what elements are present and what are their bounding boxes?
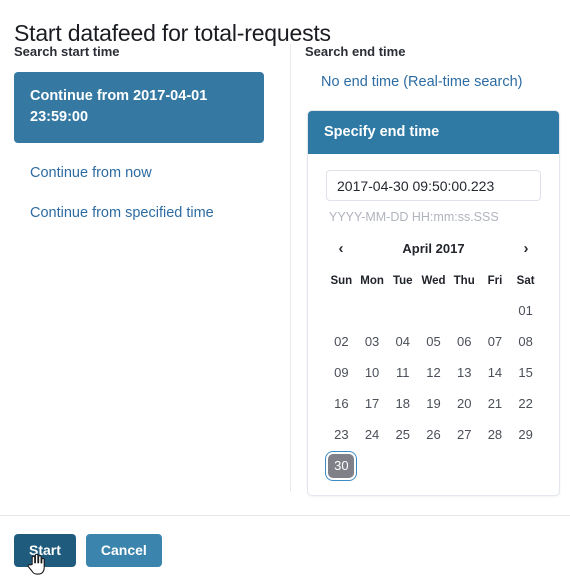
calendar-day-label: 06 [456,334,472,349]
date-picker-calendar: ‹ April 2017 › Sun Mon Tue Wed Thu Fri Sat 01 02… [326,237,541,481]
calendar-day-21[interactable]: 21 [480,388,511,419]
search-start-time-heading: Search start time [14,44,120,59]
calendar-grid: Sun Mon Tue Wed Thu Fri Sat 01 02 03 04 05 06 07 08 09 1… [326,273,541,481]
calendar-nav: ‹ April 2017 › [326,237,541,261]
start-option-continue-from-specified-time[interactable]: Continue from specified time [14,203,276,223]
calendar-day-09[interactable]: 09 [326,357,357,388]
calendar-day-label: 22 [518,396,533,411]
calendar-day-label: 07 [487,334,503,349]
calendar-day-empty [418,295,449,326]
calendar-day-04[interactable]: 04 [387,326,418,357]
calendar-day-label: 24 [364,427,380,442]
calendar-day-06[interactable]: 06 [449,326,480,357]
calendar-day-empty [357,295,388,326]
calendar-day-22[interactable]: 22 [510,388,541,419]
calendar-day-12[interactable]: 12 [418,357,449,388]
calendar-day-label: 01 [518,303,533,318]
calendar-day-label: 23 [334,427,349,442]
calendar-day-label: 15 [518,365,533,380]
calendar-day-19[interactable]: 19 [418,388,449,419]
start-option-continue-from-last[interactable]: Continue from 2017-04-01 23:59:00 [14,72,264,143]
calendar-day-label: 11 [396,365,410,380]
calendar-day-label: 09 [334,365,349,380]
calendar-day-label: 16 [334,396,349,411]
calendar-day-02[interactable]: 02 [326,326,357,357]
footer-divider [0,515,570,516]
calendar-day-empty [480,295,511,326]
specify-end-time-header[interactable]: Specify end time [308,111,559,154]
calendar-day-24[interactable]: 24 [357,419,388,450]
calendar-day-03[interactable]: 03 [357,326,388,357]
calendar-weekday-sat: Sat [516,275,535,287]
calendar-day-11[interactable]: 11 [387,357,418,388]
calendar-day-label: 13 [456,365,472,380]
calendar-day-23[interactable]: 23 [326,419,357,450]
calendar-day-label: 19 [426,396,441,411]
calendar-day-15[interactable]: 15 [510,357,541,388]
calendar-day-26[interactable]: 26 [418,419,449,450]
calendar-month-label: April 2017 [402,241,465,256]
calendar-day-01[interactable]: 01 [510,295,541,326]
column-divider [290,44,291,492]
calendar-day-10[interactable]: 10 [357,357,388,388]
calendar-day-16[interactable]: 16 [326,388,357,419]
start-datafeed-dialog: Start datafeed for total-requests Search… [0,0,570,576]
search-end-time-section: Search end time No end time (Real-time s… [305,44,561,496]
calendar-day-empty [387,295,418,326]
calendar-day-28[interactable]: 28 [480,419,511,450]
calendar-day-18[interactable]: 18 [387,388,418,419]
calendar-day-label: 21 [487,396,503,411]
calendar-weekday-thu: Thu [453,275,475,287]
calendar-day-08[interactable]: 08 [510,326,541,357]
calendar-day-20[interactable]: 20 [449,388,480,419]
calendar-weekday-mon: Mon [360,275,384,287]
calendar-weekday-wed: Wed [421,275,446,287]
calendar-day-empty [449,295,480,326]
specify-end-time-panel: Specify end time YYYY-MM-DD HH:mm:ss.SSS… [307,110,560,496]
calendar-day-27[interactable]: 27 [449,419,480,450]
calendar-day-30[interactable]: 30 [326,450,357,481]
search-start-time-section: Search start time Continue from 2017-04-… [14,44,276,223]
end-time-format-hint: YYYY-MM-DD HH:mm:ss.SSS [329,210,499,224]
cancel-button[interactable]: Cancel [85,534,162,567]
calendar-day-14[interactable]: 14 [480,357,511,388]
calendar-weekday-fri: Fri [487,275,503,287]
calendar-day-label: 12 [426,365,441,380]
calendar-day-label: 17 [364,396,380,411]
calendar-day-13[interactable]: 13 [449,357,480,388]
specify-end-time-body: YYYY-MM-DD HH:mm:ss.SSS ‹ April 2017 › S… [308,154,559,495]
calendar-day-label: 03 [364,334,380,349]
calendar-day-label: 04 [395,334,411,349]
calendar-day-label: 25 [395,427,411,442]
end-time-input[interactable] [326,170,541,201]
calendar-day-05[interactable]: 05 [418,326,449,357]
calendar-day-label: 26 [426,427,441,442]
calendar-day-label: 10 [364,365,380,380]
calendar-day-07[interactable]: 07 [480,326,511,357]
dialog-footer: Start Cancel [14,534,162,567]
calendar-day-label: 14 [487,365,503,380]
calendar-day-label: 27 [456,427,472,442]
calendar-day-label: 20 [456,396,472,411]
search-end-time-heading: Search end time [305,44,406,59]
chevron-right-icon[interactable]: › [516,238,536,260]
start-option-continue-from-now[interactable]: Continue from now [14,163,276,183]
calendar-weekday-sun: Sun [330,275,353,287]
calendar-day-29[interactable]: 29 [510,419,541,450]
calendar-day-label: 30 [328,453,355,478]
calendar-day-17[interactable]: 17 [357,388,388,419]
calendar-day-label: 02 [334,334,349,349]
calendar-day-label: 18 [395,396,411,411]
calendar-day-25[interactable]: 25 [387,419,418,450]
end-option-no-end-time[interactable]: No end time (Real-time search) [321,72,561,92]
start-button[interactable]: Start [14,534,76,567]
calendar-day-label: 08 [518,334,533,349]
calendar-day-empty [326,295,357,326]
calendar-day-label: 29 [518,427,533,442]
calendar-weekday-tue: Tue [392,275,413,287]
calendar-day-label: 28 [487,427,503,442]
chevron-left-icon[interactable]: ‹ [331,238,351,260]
calendar-day-label: 05 [426,334,441,349]
